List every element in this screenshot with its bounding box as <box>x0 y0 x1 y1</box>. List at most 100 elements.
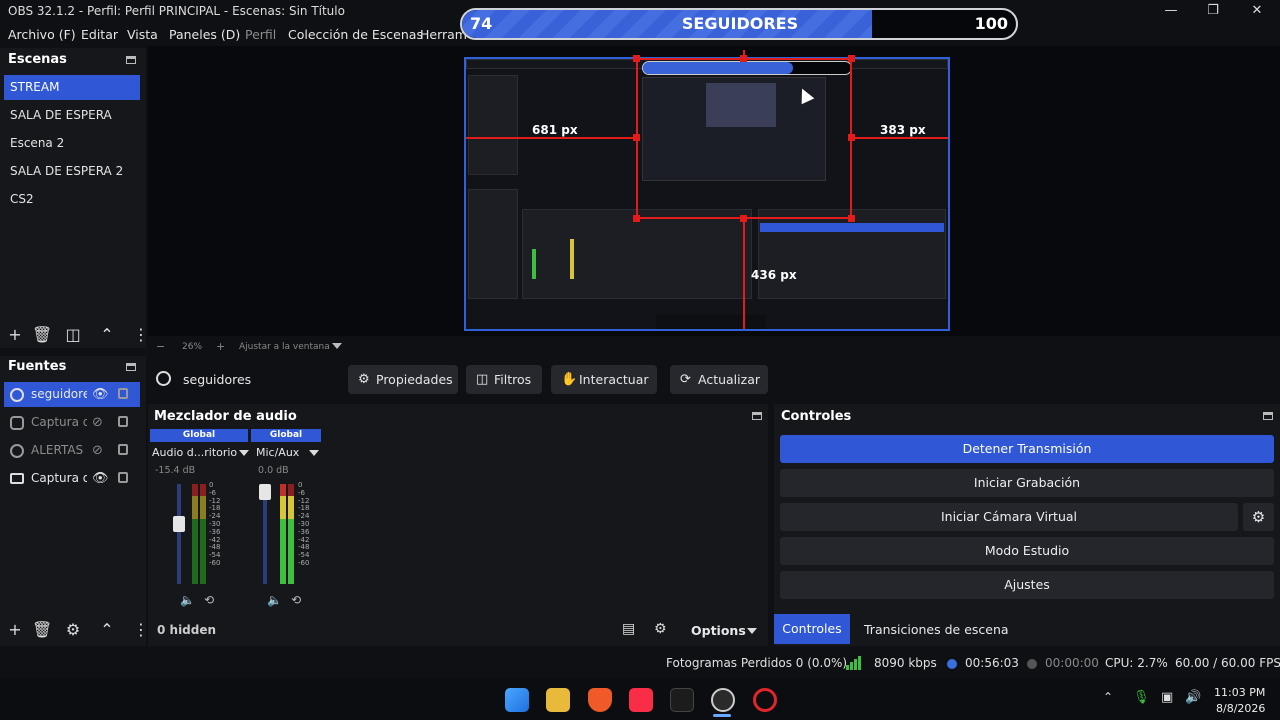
settings-button[interactable]: Ajustes <box>780 571 1274 599</box>
chevron-down-icon[interactable] <box>239 450 249 456</box>
menu-editar[interactable]: Editar <box>81 27 118 42</box>
gear-icon[interactable]: ⚙ <box>64 620 82 639</box>
source-item[interactable]: seguidore 👁 <box>4 382 140 407</box>
eye-icon[interactable]: 👁 <box>92 382 109 407</box>
lock-icon[interactable] <box>118 416 128 427</box>
menu-perfil[interactable]: Perfil <box>245 27 276 42</box>
opera-gx-icon[interactable] <box>753 688 777 712</box>
music-app-icon[interactable] <box>629 688 653 712</box>
eye-hidden-icon[interactable]: ⊘ <box>92 438 103 463</box>
fit-window-label[interactable]: Ajustar a la ventana <box>239 342 330 352</box>
clock-date[interactable]: 8/8/2026 <box>1216 702 1265 715</box>
guide-right <box>852 137 948 139</box>
brave-browser-icon[interactable] <box>588 688 612 712</box>
speaker-icon[interactable]: 🔈 <box>267 593 282 607</box>
microphone-icon[interactable]: 🎙 <box>1133 690 1150 705</box>
move-up-icon[interactable]: ⌃ <box>98 325 116 344</box>
menu-paneles[interactable]: Paneles (D) <box>169 27 240 42</box>
scene-item-sala-de-espera[interactable]: SALA DE ESPERA <box>4 103 140 128</box>
chevron-down-icon[interactable] <box>309 450 319 456</box>
source-item[interactable]: ALERTAS ⊘ <box>4 438 140 463</box>
layout-icon[interactable]: ▤ <box>622 621 635 637</box>
options-button[interactable]: Options <box>691 623 746 638</box>
zoom-out-icon[interactable]: − <box>156 340 165 353</box>
file-explorer-icon[interactable] <box>546 688 570 712</box>
sources-title: Fuentes <box>8 359 67 374</box>
menu-coleccion[interactable]: Colección de Escenas <box>288 27 423 42</box>
move-up-icon[interactable]: ⌃ <box>98 620 116 639</box>
remove-scene-icon[interactable]: 🗑 <box>32 325 52 344</box>
volume-slider-handle[interactable] <box>173 515 185 532</box>
studio-mode-button[interactable]: Modo Estudio <box>780 537 1274 565</box>
remove-source-icon[interactable]: 🗑 <box>32 620 52 639</box>
volume-slider-track[interactable] <box>177 484 181 584</box>
add-source-icon[interactable]: + <box>6 620 24 639</box>
add-scene-icon[interactable]: + <box>6 325 24 344</box>
scene-item-stream[interactable]: STREAM <box>4 75 140 100</box>
bitrate: 8090 kbps <box>874 656 937 670</box>
tab-controls[interactable]: Controles <box>774 614 850 644</box>
lock-icon[interactable] <box>118 444 128 455</box>
lock-icon[interactable] <box>118 472 128 483</box>
mini-meter <box>570 239 574 279</box>
volume-icon[interactable]: 🔊 <box>1185 690 1201 705</box>
filters-label: Filtros <box>494 372 532 387</box>
scene-item-sala-de-espera-2[interactable]: SALA DE ESPERA 2 <box>4 159 140 184</box>
maximize-icon[interactable]: ❐ <box>1200 2 1226 20</box>
zoom-value: 26% <box>182 342 203 352</box>
signal-bars-icon <box>846 656 862 670</box>
undock-icon[interactable] <box>126 363 136 371</box>
source-item[interactable]: Captura d 👁 <box>4 466 140 491</box>
undock-icon[interactable] <box>1263 412 1273 420</box>
scene-item-cs2[interactable]: CS2 <box>4 187 140 212</box>
start-virtual-camera-button[interactable]: Iniciar Cámara Virtual <box>780 503 1238 531</box>
audio-app-icon[interactable] <box>670 688 694 712</box>
meter-scale: 0 -6 -12 -18 -24 -30 -36 -42 -48 -54 -60 <box>298 481 310 567</box>
refresh-icon: ⟳ <box>680 372 691 387</box>
close-icon[interactable]: ✕ <box>1244 2 1270 20</box>
refresh-button[interactable]: ⟳ Actualizar <box>670 365 768 394</box>
properties-button[interactable]: ⚙ Propiedades <box>348 365 458 394</box>
stop-streaming-button[interactable]: Detener Transmisión <box>780 435 1274 463</box>
interact-button[interactable]: ✋ Interactuar <box>551 365 657 394</box>
chevron-up-icon[interactable]: ⌃ <box>1103 690 1113 704</box>
undock-icon[interactable] <box>126 56 136 64</box>
source-item[interactable]: Captura d ⊘ <box>4 410 140 435</box>
resize-handle[interactable] <box>740 55 747 62</box>
volume-slider-handle[interactable] <box>259 484 271 500</box>
scene-item-escena-2[interactable]: Escena 2 <box>4 131 140 156</box>
windows-start-icon[interactable] <box>505 688 529 712</box>
resize-handle[interactable] <box>633 215 640 222</box>
resize-handle[interactable] <box>740 215 747 222</box>
monitor-audio-icon[interactable]: ⟲ <box>204 593 214 607</box>
obs-studio-icon[interactable] <box>711 688 735 712</box>
menu-archivo[interactable]: Archivo (F) <box>8 27 76 42</box>
chevron-down-icon[interactable] <box>332 343 342 349</box>
monitor-audio-icon[interactable]: ⟲ <box>291 593 301 607</box>
filter-scene-icon[interactable]: ◫ <box>64 325 82 344</box>
minimize-icon[interactable]: — <box>1158 2 1184 20</box>
gear-icon[interactable]: ⚙ <box>1243 503 1274 531</box>
resize-handle[interactable] <box>848 55 855 62</box>
start-recording-button[interactable]: Iniciar Grabación <box>780 469 1274 497</box>
lock-icon[interactable] <box>118 388 128 399</box>
resize-handle[interactable] <box>848 134 855 141</box>
clock-time[interactable]: 11:03 PM <box>1214 686 1265 699</box>
undock-icon[interactable] <box>752 412 762 420</box>
tab-scene-transitions[interactable]: Transiciones de escena <box>864 622 1009 637</box>
zoom-in-icon[interactable]: + <box>216 340 225 353</box>
eye-icon[interactable]: 👁 <box>92 466 109 491</box>
level-meter <box>200 484 206 584</box>
speaker-icon[interactable]: 🔈 <box>180 593 195 607</box>
eye-hidden-icon[interactable]: ⊘ <box>92 410 103 435</box>
selection-box[interactable] <box>636 58 852 219</box>
resize-handle[interactable] <box>633 134 640 141</box>
resize-handle[interactable] <box>633 55 640 62</box>
chevron-down-icon[interactable] <box>747 628 757 634</box>
menu-vista[interactable]: Vista <box>127 27 158 42</box>
advanced-audio-icon[interactable]: ⚙ <box>654 621 667 637</box>
filters-button[interactable]: ◫ Filtros <box>466 365 542 394</box>
resize-handle[interactable] <box>848 215 855 222</box>
network-icon[interactable]: ▣ <box>1161 690 1173 705</box>
active-app-indicator <box>713 714 731 717</box>
